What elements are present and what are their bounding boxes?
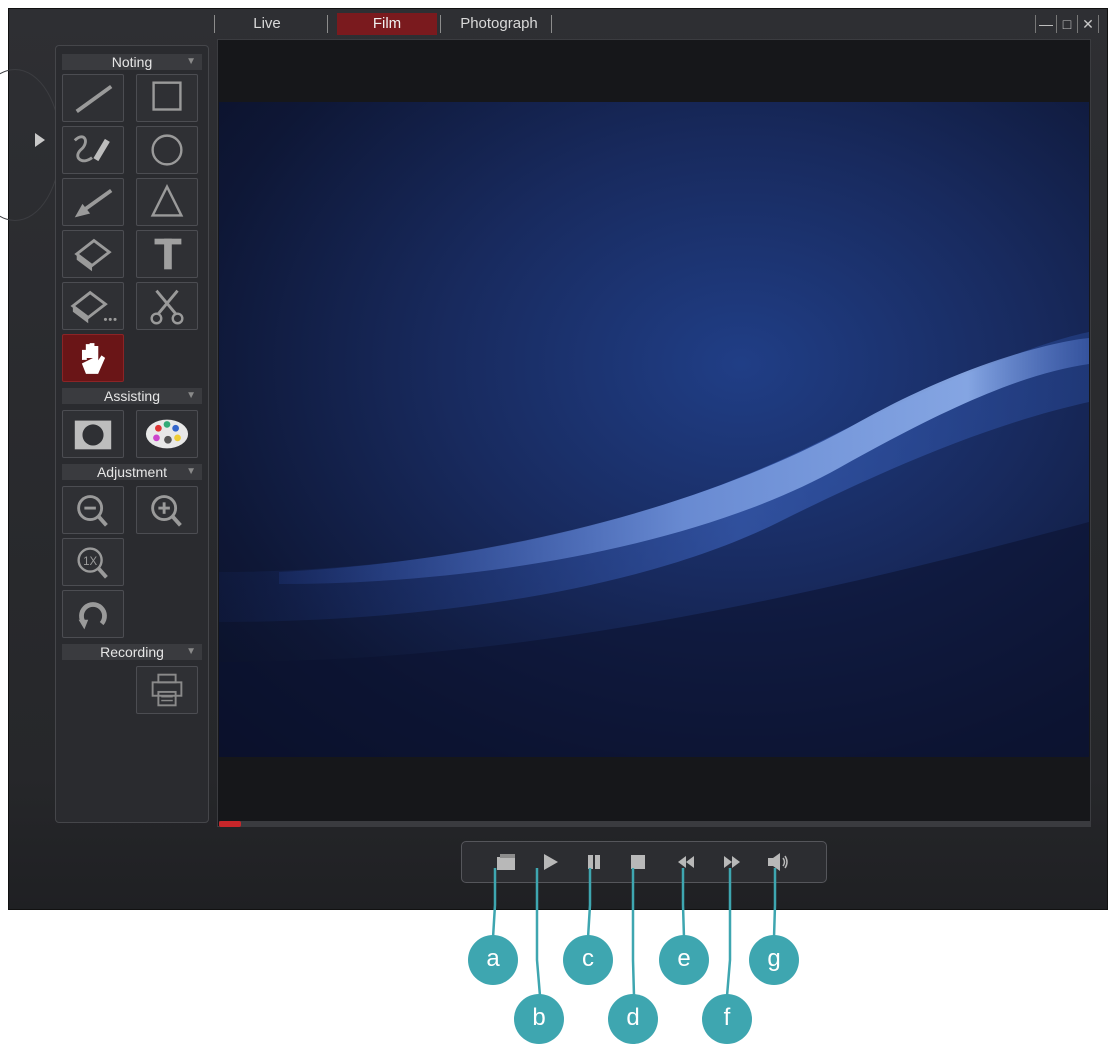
rotate-button[interactable] xyxy=(62,590,124,638)
app-window: Live Film Photograph — □ ✕ Noting ▼ Assi… xyxy=(0,8,1108,910)
progress-bar[interactable] xyxy=(219,821,1091,827)
zoom-1x-button[interactable]: 1X xyxy=(62,538,124,586)
progress-bar-fill xyxy=(219,821,241,827)
print-icon xyxy=(151,673,183,707)
zoom-in-button[interactable] xyxy=(136,486,198,534)
eraser-icon xyxy=(74,238,112,272)
palette-tool-button[interactable] xyxy=(136,410,198,458)
callout-b: b xyxy=(514,994,564,1044)
tab-photograph[interactable]: Photograph xyxy=(447,13,551,35)
zoom-1x-icon: 1X xyxy=(77,547,108,579)
volume-icon xyxy=(768,853,788,871)
section-recording[interactable]: Recording ▼ xyxy=(62,644,202,660)
circle-tool-button[interactable] xyxy=(136,126,198,174)
expand-panel-icon[interactable] xyxy=(35,133,45,147)
tab-film[interactable]: Film xyxy=(337,13,437,35)
arrow-tool-button[interactable] xyxy=(62,178,124,226)
pause-button[interactable] xyxy=(580,848,608,876)
stop-icon xyxy=(631,855,645,869)
scissors-tool-button[interactable] xyxy=(136,282,198,330)
rewind-icon xyxy=(678,856,694,868)
window-controls: — □ ✕ xyxy=(1035,15,1099,33)
mask-tool-button[interactable] xyxy=(62,410,124,458)
freehand-pencil-icon xyxy=(73,135,110,163)
callout-f: f xyxy=(702,994,752,1044)
tab-live[interactable]: Live xyxy=(237,13,297,35)
dropdown-icon: ▼ xyxy=(186,646,196,657)
freehand-tool-button[interactable] xyxy=(62,126,124,174)
triangle-icon xyxy=(150,183,184,217)
callout-g: g xyxy=(749,935,799,985)
open-file-button[interactable] xyxy=(492,848,520,876)
section-noting[interactable]: Noting ▼ xyxy=(62,54,202,70)
video-frame xyxy=(217,39,1091,827)
callout-c: c xyxy=(563,935,613,985)
rotate-icon xyxy=(78,602,107,630)
fast-forward-icon xyxy=(724,856,740,868)
line-icon xyxy=(75,84,113,113)
tab-separator xyxy=(214,15,215,33)
play-button[interactable] xyxy=(536,848,564,876)
maximize-button[interactable]: □ xyxy=(1056,15,1077,33)
volume-button[interactable] xyxy=(764,848,792,876)
zoom-out-button[interactable] xyxy=(62,486,124,534)
pause-icon xyxy=(588,855,600,869)
section-adjustment[interactable]: Adjustment ▼ xyxy=(62,464,202,480)
rewind-button[interactable] xyxy=(672,848,700,876)
mask-icon xyxy=(74,420,112,450)
triangle-tool-button[interactable] xyxy=(136,178,198,226)
line-tool-button[interactable] xyxy=(62,74,124,122)
dropdown-icon: ▼ xyxy=(186,466,196,477)
callout-d: d xyxy=(608,994,658,1044)
eraser-all-tool-button[interactable] xyxy=(62,282,124,330)
video-frame-image xyxy=(219,332,1089,757)
minimize-button[interactable]: — xyxy=(1035,15,1056,33)
tab-separator xyxy=(440,15,441,33)
stop-button[interactable] xyxy=(624,848,652,876)
playback-controls xyxy=(461,841,827,883)
tool-panel: Noting ▼ Assisting ▼ Adjustment ▼ 1X Rec… xyxy=(55,45,209,823)
section-label: Noting xyxy=(111,54,153,70)
tab-separator xyxy=(551,15,552,33)
text-icon xyxy=(154,238,182,270)
arrow-icon xyxy=(74,188,113,218)
zoom-out-icon xyxy=(77,495,108,527)
callout-a: a xyxy=(468,935,518,985)
rectangle-icon xyxy=(152,81,182,111)
video-display[interactable] xyxy=(219,102,1089,757)
section-label: Adjustment xyxy=(96,464,168,480)
svg-text:1X: 1X xyxy=(83,556,97,568)
eraser-tool-button[interactable] xyxy=(62,230,124,278)
callout-e: e xyxy=(659,935,709,985)
section-label: Recording xyxy=(100,644,164,660)
zoom-in-icon xyxy=(151,495,182,527)
close-button[interactable]: ✕ xyxy=(1077,15,1099,33)
palette-icon xyxy=(145,419,189,449)
hand-tool-button[interactable] xyxy=(62,334,124,382)
panel-toggle-area xyxy=(0,69,61,221)
text-tool-button[interactable] xyxy=(136,230,198,278)
folder-icon xyxy=(497,854,515,870)
section-label: Assisting xyxy=(103,388,161,404)
section-assisting[interactable]: Assisting ▼ xyxy=(62,388,202,404)
scissors-icon xyxy=(150,289,184,325)
fast-forward-button[interactable] xyxy=(718,848,746,876)
print-button[interactable] xyxy=(136,666,198,714)
dropdown-icon: ▼ xyxy=(186,56,196,67)
eraser-all-icon xyxy=(70,290,117,324)
dropdown-icon: ▼ xyxy=(186,390,196,401)
top-bar: Live Film Photograph — □ ✕ xyxy=(9,9,1107,39)
rectangle-tool-button[interactable] xyxy=(136,74,198,122)
play-icon xyxy=(544,854,558,870)
hand-icon xyxy=(81,343,106,374)
circle-icon xyxy=(151,134,183,166)
tab-separator xyxy=(327,15,328,33)
